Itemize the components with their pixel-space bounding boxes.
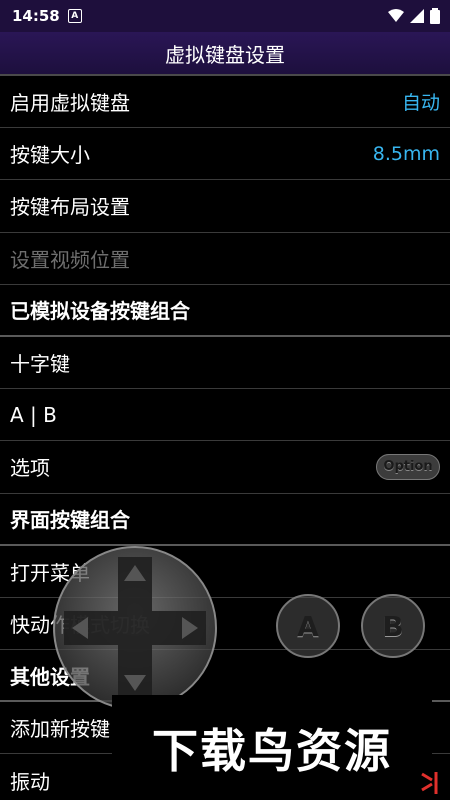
row-enable-virtual-keyboard[interactable]: 启用虚拟键盘 自动 <box>0 76 450 129</box>
row-label: A | B <box>10 402 57 427</box>
status-bar: 14:58 A <box>0 0 450 32</box>
dpad-icon[interactable] <box>52 545 218 711</box>
notification-icon: A <box>67 9 82 23</box>
row-label: 按键布局设置 <box>10 195 130 220</box>
virtual-b-button[interactable]: B <box>361 594 425 658</box>
row-key-size[interactable]: 按键大小 8.5mm <box>0 128 450 181</box>
row-label: 选项 <box>10 456 50 481</box>
corner-mark-icon <box>421 772 438 794</box>
section-label: 界面按键组合 <box>10 508 130 533</box>
row-label: 启用虚拟键盘 <box>10 91 130 116</box>
section-emulated-key-combos: 已模拟设备按键组合 <box>0 285 450 337</box>
row-option[interactable]: 选项 Option <box>0 441 450 494</box>
section-label: 已模拟设备按键组合 <box>10 299 190 324</box>
row-value: 自动 <box>401 92 440 115</box>
row-video-position: 设置视频位置 <box>0 233 450 285</box>
row-value: 8.5mm <box>372 142 440 165</box>
row-dpad[interactable]: 十字键 <box>0 337 450 390</box>
section-ui-key-combos: 界面按键组合 <box>0 494 450 546</box>
page-title: 虚拟键盘设置 <box>0 32 450 76</box>
signal-icon <box>410 9 424 23</box>
row-label: 十字键 <box>10 352 70 377</box>
row-a-b[interactable]: A | B <box>0 389 450 442</box>
virtual-a-button[interactable]: A <box>276 594 340 658</box>
status-time: 14:58 <box>12 7 60 25</box>
row-label: 设置视频位置 <box>10 247 130 272</box>
row-label: 振动 <box>10 769 50 794</box>
battery-icon <box>430 8 440 24</box>
row-label: 按键大小 <box>10 143 90 168</box>
row-label: 添加新按键 <box>10 717 110 742</box>
option-button[interactable]: Option <box>376 453 440 480</box>
watermark-text: 下载鸟资源 <box>112 695 432 800</box>
wifi-icon <box>388 9 404 22</box>
row-key-layout[interactable]: 按键布局设置 <box>0 180 450 233</box>
